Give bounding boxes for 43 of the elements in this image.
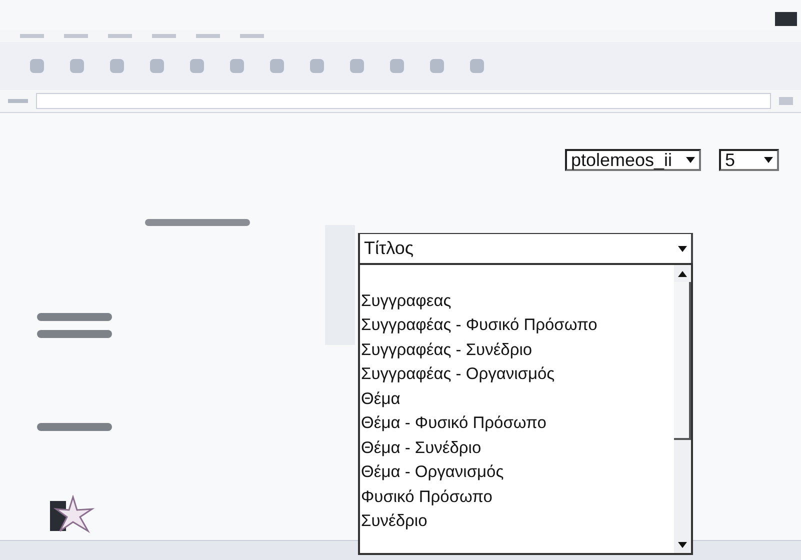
dropdown-option[interactable]: Συνέδριο — [361, 510, 674, 534]
caret-icon — [678, 246, 687, 252]
toolbar-icon[interactable] — [230, 59, 244, 73]
side-button[interactable] — [145, 219, 250, 226]
toolbar-icon[interactable] — [110, 59, 124, 73]
scrollbar-thumb[interactable] — [674, 282, 691, 440]
scrollbar[interactable] — [674, 265, 691, 553]
side-button[interactable] — [37, 313, 112, 321]
dropdown-option[interactable]: Φυσικό Πρόσωπο — [361, 485, 674, 510]
toolbar-icon[interactable] — [430, 59, 444, 73]
menu-item[interactable] — [240, 34, 264, 38]
dropdown[interactable]: ptolemeos_ii — [565, 149, 701, 171]
caret-icon — [686, 157, 695, 163]
side-button[interactable] — [37, 423, 112, 431]
menu-item[interactable] — [196, 34, 220, 38]
dropdown[interactable]: Τίτλος — [358, 233, 693, 263]
toolbar-icon[interactable] — [470, 59, 484, 73]
scroll-up-icon — [678, 270, 687, 276]
toolbar-icon[interactable] — [150, 59, 164, 73]
dropdown-option[interactable]: Θέμα — [361, 387, 674, 412]
menu-item[interactable] — [20, 34, 44, 38]
menu-item[interactable] — [152, 34, 176, 38]
menu-item[interactable] — [108, 34, 132, 38]
toolbar-icon[interactable] — [390, 59, 404, 73]
toolbar-icon[interactable] — [70, 59, 84, 73]
side-button[interactable] — [37, 330, 112, 338]
dropdown-option[interactable]: Συγγραφέας - Συνέδριο — [361, 338, 674, 362]
menu-item[interactable] — [64, 34, 88, 38]
toolbar-icon[interactable] — [270, 59, 284, 73]
toolbar-icon[interactable] — [350, 59, 364, 73]
dropdown[interactable]: 5 — [719, 149, 779, 171]
dropdown-option[interactable]: Θέμα - Συνέδριο — [361, 436, 674, 460]
dropdown-option[interactable]: Συγγραφέας - Φυσικό Πρόσωπο — [361, 314, 674, 338]
dropdown-option[interactable]: Θέμα - Φυσικό Πρόσωπο — [361, 412, 674, 436]
address-field[interactable] — [36, 93, 771, 109]
dropdown-option[interactable]: Θέμα - Οργανισμός — [361, 460, 674, 485]
dropdown-option[interactable]: Συγγραφέας - Οργανισμός — [361, 362, 674, 387]
star-logo-icon — [50, 495, 96, 535]
toolbar-icon[interactable] — [190, 59, 204, 73]
dropdown-option[interactable]: Συγγραφεας — [361, 289, 674, 314]
caret-icon — [764, 157, 773, 163]
toolbar-icon[interactable] — [30, 59, 44, 73]
toolbar-icon[interactable] — [310, 59, 324, 73]
